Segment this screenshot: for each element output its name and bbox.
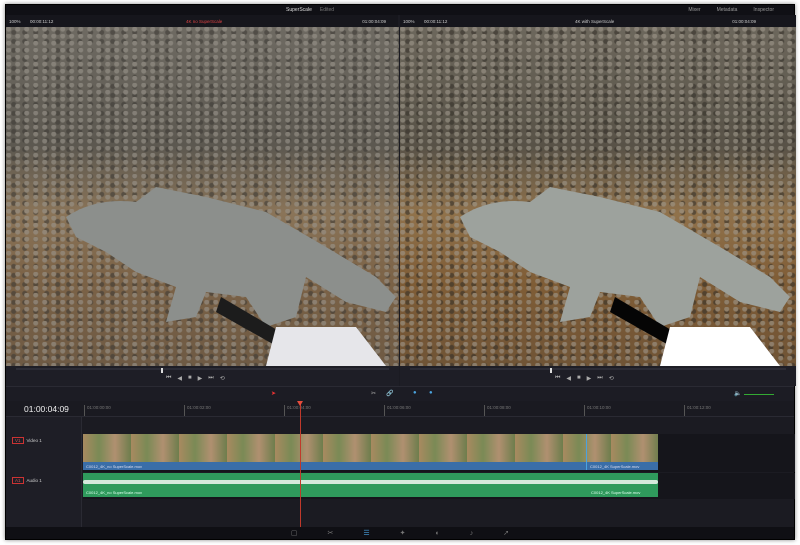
timeline-toolbar: ➤ ✂ 🔗 ● ● 🔈 [6, 386, 794, 401]
ruler-tick: 01:00:06:00 [384, 405, 411, 416]
media-page-icon[interactable]: ▢ [291, 529, 298, 537]
stop-icon[interactable]: ■ [577, 375, 581, 382]
scrubber[interactable] [16, 368, 389, 373]
stop-icon[interactable]: ■ [188, 375, 192, 382]
loop-icon[interactable]: ⟲ [609, 375, 614, 382]
source-timecode: 00:00:11:12 [424, 19, 448, 24]
skip-back-icon[interactable]: ⏮ [166, 375, 171, 382]
deliver-page-icon[interactable]: ➚ [503, 529, 509, 537]
duration: 01:00:04:09 [362, 19, 386, 24]
volume-icon[interactable]: 🔈 [734, 390, 741, 397]
video-clip[interactable]: C0012_4K_no SuperScale.mov C0012_4K Super… [83, 434, 658, 470]
razor-icon[interactable]: ✂ [371, 390, 376, 397]
track-id: A1 [12, 477, 24, 484]
video-track: C0012_4K_no SuperScale.mov C0012_4K Super… [83, 434, 795, 472]
title-bar: SuperScale Edited Mixer Metadata Inspecto… [6, 5, 794, 15]
track-name: Audio 1 [26, 478, 42, 483]
playhead[interactable] [297, 401, 303, 527]
iguana-image [460, 187, 790, 366]
track-name: Video 1 [26, 438, 42, 443]
mixer-button[interactable]: Mixer [688, 7, 700, 13]
audio-track: C0012_4K_no SuperScale.mov C0012_4K Supe… [83, 473, 795, 499]
iguana-image [66, 187, 396, 366]
zoom-select[interactable]: 100% [403, 19, 415, 24]
fairlight-page-icon[interactable]: ♪ [470, 530, 474, 537]
clip-label: C0012_4K SuperScale.mov [590, 464, 640, 469]
clip-label: C0012_4K_no SuperScale.mov [86, 490, 143, 495]
volume-slider[interactable] [744, 394, 774, 395]
timeline-ruler[interactable]: 01:00:04:09 01:00:00:00 01:00:02:00 01:0… [6, 401, 794, 417]
transport-controls: ⏮ ◀ ■ ▶ ⏭ ⟲ [166, 375, 225, 382]
source-transport: ⏮ ◀ ■ ▶ ⏭ ⟲ [6, 366, 399, 386]
metadata-button[interactable]: Metadata [717, 7, 738, 13]
skip-back-icon[interactable]: ⏮ [555, 375, 560, 382]
project-status: Edited [319, 7, 335, 13]
source-timecode: 00:00:11:12 [30, 19, 54, 24]
source-viewer[interactable] [6, 27, 399, 366]
edit-page-icon[interactable]: ☰ [363, 529, 369, 537]
timeline-transport: ⏮ ◀ ■ ▶ ⏭ ⟲ [400, 366, 796, 386]
play-reverse-icon[interactable]: ◀ [566, 375, 571, 382]
left-viewer-header: 100% 00:00:11:12 4K no SuperScale 01:00:… [6, 15, 398, 27]
track-id: V1 [12, 437, 24, 444]
ruler-tick: 01:00:10:00 [584, 405, 611, 416]
play-reverse-icon[interactable]: ◀ [177, 375, 182, 382]
app-window: SuperScale Edited Mixer Metadata Inspecto… [5, 4, 796, 540]
ruler-tick: 01:00:02:00 [184, 405, 211, 416]
transport-controls: ⏮ ◀ ■ ▶ ⏭ ⟲ [555, 375, 614, 382]
clip-name-select[interactable]: 4K with SuperScale [575, 19, 614, 24]
link-icon[interactable]: 🔗 [386, 390, 393, 397]
flag-icon[interactable]: ● [429, 390, 433, 396]
project-title: SuperScale [286, 7, 312, 13]
clip-label: C0012_4K SuperScale.mov [591, 490, 641, 495]
cut-page-icon[interactable]: ✂ [327, 529, 333, 537]
video-track-header[interactable]: V1 Video 1 [12, 437, 42, 444]
color-page-icon[interactable]: ◐ [436, 530, 440, 537]
skip-forward-icon[interactable]: ⏭ [208, 375, 213, 382]
scrubber[interactable] [410, 368, 786, 373]
skip-forward-icon[interactable]: ⏭ [597, 375, 602, 382]
page-bar: ▢ ✂ ☰ ✦ ◐ ♪ ➚ [6, 527, 794, 539]
ruler-tick: 01:00:12:00 [684, 405, 711, 416]
loop-icon[interactable]: ⟲ [220, 375, 225, 382]
waveform [83, 480, 658, 484]
ruler-tick: 01:00:08:00 [484, 405, 511, 416]
duration: 01:00:04:09 [732, 19, 756, 24]
play-icon[interactable]: ▶ [587, 375, 592, 382]
right-viewer-header: 100% 00:00:11:12 4K with SuperScale 01:0… [400, 15, 796, 27]
snap-icon[interactable]: ● [413, 390, 417, 396]
fusion-page-icon[interactable]: ✦ [400, 529, 406, 537]
selection-tool-icon[interactable]: ➤ [271, 390, 276, 397]
zoom-select[interactable]: 100% [9, 19, 21, 24]
track-headers: V1 Video 1 A1 Audio 1 [6, 417, 82, 527]
clip-name-select[interactable]: 4K no SuperScale [186, 19, 222, 24]
timeline-viewer[interactable] [400, 27, 796, 366]
clip-label: C0012_4K_no SuperScale.mov [86, 464, 143, 469]
play-icon[interactable]: ▶ [198, 375, 203, 382]
audio-clip[interactable]: C0012_4K_no SuperScale.mov C0012_4K Supe… [83, 473, 658, 497]
inspector-button[interactable]: Inspector [753, 7, 774, 13]
audio-track-header[interactable]: A1 Audio 1 [12, 477, 42, 484]
ruler-tick: 01:00:00:00 [84, 405, 111, 416]
current-timecode: 01:00:04:09 [24, 404, 69, 414]
